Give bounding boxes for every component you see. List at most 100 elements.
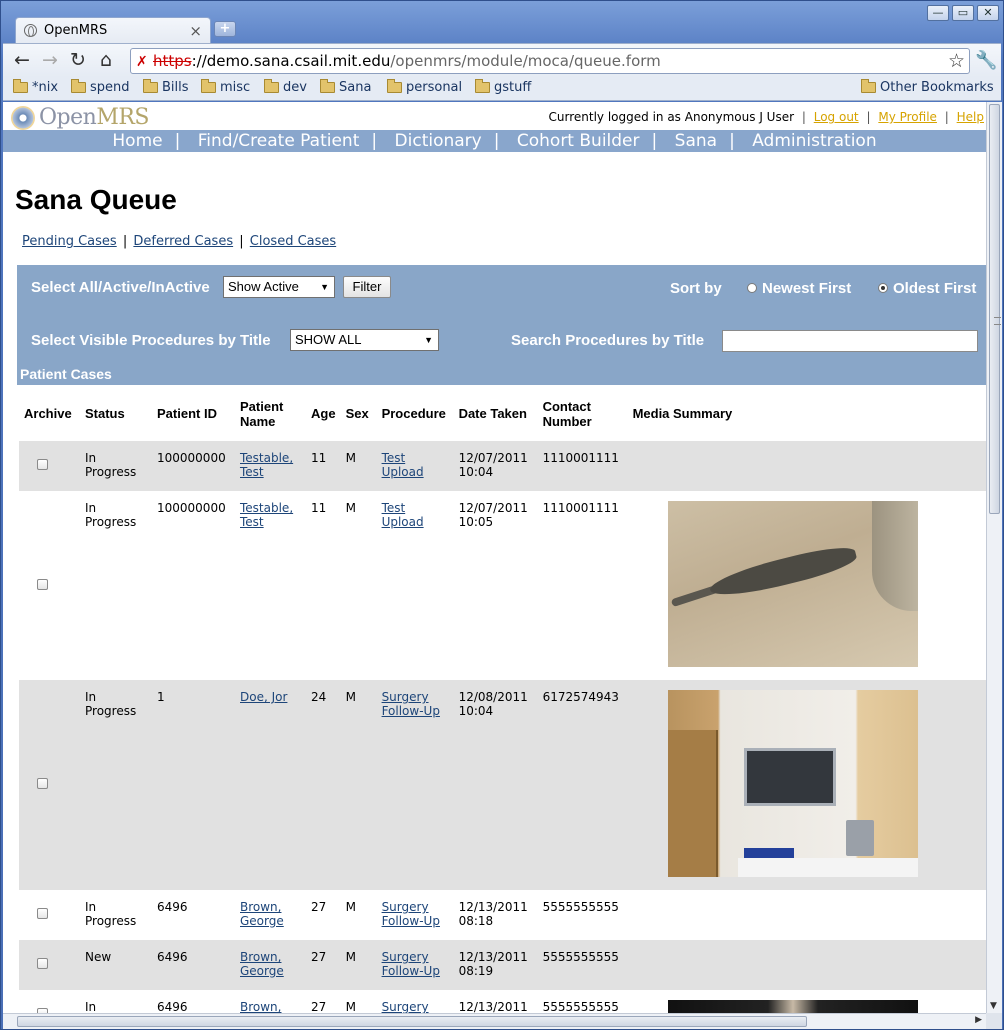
help-link[interactable]: Help [957,110,984,124]
radio-oldest[interactable] [878,283,888,293]
globe-icon [24,24,37,37]
nav-cohort-builder[interactable]: Cohort Builder [517,131,640,151]
nav-sana[interactable]: Sana [675,131,717,151]
header-archive[interactable]: Archive [19,386,80,441]
logout-link[interactable]: Log out [814,110,859,124]
bookmark-folder[interactable]: *nix [13,79,58,95]
patient-name-link[interactable]: Testable, Test [240,501,293,529]
nav-administration[interactable]: Administration [752,131,876,151]
table-row[interactable]: In 6496 Brown, 27 M Surgery 12/13/2011 5… [19,990,986,1013]
url-separator: :// [191,52,207,70]
folder-icon [320,79,335,93]
tv-shape [743,748,836,806]
home-icon[interactable]: ⌂ [95,50,117,72]
forward-arrow-icon[interactable]: → [39,50,61,72]
wrench-icon[interactable]: 🔧 [975,50,997,71]
folder-icon [387,79,402,93]
radio-newest[interactable] [747,283,757,293]
table-row[interactable]: In Progress 1 Doe, Jor 24 M Surgery Foll… [19,680,986,890]
procedure-link[interactable]: Test Upload [382,501,424,529]
bookmark-folder[interactable]: misc [201,79,250,95]
patient-name-link[interactable]: Brown, [240,1000,281,1013]
bookmark-folder[interactable]: gstuff [475,79,531,95]
scrollbar-thumb[interactable] [17,1016,807,1027]
date-cell: 12/08/2011 10:04 [453,680,538,890]
patient-name-link[interactable]: Brown, George [240,950,284,978]
separator: | [122,234,128,249]
bookmark-star-icon[interactable]: ☆ [948,49,965,73]
archive-checkbox[interactable] [37,578,48,590]
header-procedure[interactable]: Procedure [377,386,454,441]
sort-newest-label: Newest First [762,280,852,297]
browser-tab[interactable]: OpenMRS × [15,17,211,43]
procedure-link[interactable]: Surgery Follow-Up [382,900,440,928]
scroll-down-arrow-icon[interactable]: ▼ [990,1001,997,1011]
bookmark-folder[interactable]: Bills [143,79,189,95]
nav-home[interactable]: Home [112,131,162,151]
close-window-button[interactable]: ✕ [977,5,999,21]
table-row[interactable]: In Progress 6496 Brown, George 27 M Surg… [19,890,986,940]
openmrs-logo[interactable]: OpenMRS [11,105,149,130]
patient-name-link[interactable]: Brown, George [240,900,284,928]
new-tab-button[interactable]: + [214,21,236,37]
horizontal-scrollbar[interactable]: ▶ [3,1013,986,1029]
bookmarks-bar: *nix spend Bills misc dev Sana personal … [3,77,1001,101]
search-procedures-input[interactable] [722,330,978,352]
sex-cell: M [345,501,356,515]
procedure-link[interactable]: Surgery Follow-Up [382,950,440,978]
header-patient-id[interactable]: Patient ID [152,386,235,441]
room-photo[interactable] [667,690,918,877]
procedure-link[interactable]: Surgery [382,1000,429,1013]
bookmark-folder[interactable]: personal [387,79,462,95]
header-date-taken[interactable]: Date Taken [454,386,538,441]
sort-newest-option[interactable]: Newest First [747,280,851,297]
reload-icon[interactable]: ↻ [67,50,89,72]
date-cell: 12/13/2011 [458,1000,528,1013]
pending-cases-link[interactable]: Pending Cases [22,234,117,249]
back-arrow-icon[interactable]: ← [11,50,33,72]
bookmark-folder[interactable]: dev [264,79,307,95]
filter-button[interactable]: Filter [343,276,391,298]
patient-name-link[interactable]: Testable, Test [240,451,293,479]
header-sex[interactable]: Sex [341,386,377,441]
other-bookmarks[interactable]: Other Bookmarks [861,79,994,95]
patient-name-link[interactable]: Doe, Jor [240,690,287,704]
archive-checkbox[interactable] [37,778,48,789]
active-select[interactable]: Show Active ▼ [223,276,335,298]
header-media-summary[interactable]: Media Summary [628,386,986,441]
address-bar[interactable]: ✗ https://demo.sana.csail.mit.edu/openmrs… [130,48,970,74]
bookmark-folder[interactable]: spend [71,79,130,95]
archive-checkbox[interactable] [37,459,48,470]
scroll-right-arrow-icon[interactable]: ▶ [975,1015,982,1025]
procedures-select[interactable]: SHOW ALL ▼ [290,329,439,351]
close-tab-icon[interactable]: × [189,22,202,40]
vertical-scrollbar[interactable]: ▼ [986,102,1002,1013]
deferred-cases-link[interactable]: Deferred Cases [133,234,233,249]
nav-find-create-patient[interactable]: Find/Create Patient [198,131,360,151]
my-profile-link[interactable]: My Profile [878,110,937,124]
sort-oldest-option[interactable]: Oldest First [878,280,976,297]
header-patient-name[interactable]: Patient Name [235,386,306,441]
bookmark-folder[interactable]: Sana [320,79,371,95]
separator: | [729,131,735,151]
iguana-photo[interactable] [667,501,918,667]
procedure-link[interactable]: Surgery Follow-Up [382,690,440,718]
closed-cases-link[interactable]: Closed Cases [250,234,336,249]
archive-checkbox[interactable] [37,958,48,969]
contact-cell: 5555555555 [542,900,619,914]
header-age[interactable]: Age [306,386,341,441]
procedure-link[interactable]: Test Upload [382,451,424,479]
header-status[interactable]: Status [80,386,152,441]
minimize-button[interactable]: — [927,5,949,21]
table-row[interactable]: In Progress 100000000 Testable, Test 11 … [19,441,986,491]
page-content: OpenMRS Currently logged in as Anonymous… [3,102,986,1013]
maximize-button[interactable]: ▭ [952,5,974,21]
table-row[interactable]: In Progress 100000000 Testable, Test 11 … [19,491,986,680]
header-contact-number[interactable]: Contact Number [538,386,628,441]
browser-window: OpenMRS × + — ▭ ✕ ← → ↻ ⌂ ✗ https://demo.… [0,0,1004,1030]
archive-checkbox[interactable] [37,908,48,919]
nav-dictionary[interactable]: Dictionary [395,131,482,151]
table-row[interactable]: New 6496 Brown, George 27 M Surgery Foll… [19,940,986,990]
scrollbar-thumb[interactable] [989,104,1001,514]
dark-photo[interactable] [667,1000,918,1013]
